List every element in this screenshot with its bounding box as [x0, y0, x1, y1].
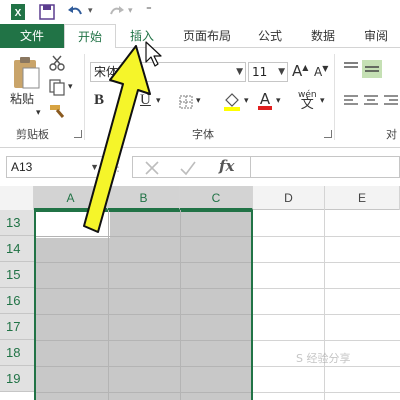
ribbon-tabs: 文件 开始 插入 页面布局 公式 数据 审阅	[0, 24, 400, 49]
ribbon-separator	[84, 54, 85, 140]
font-color-letter: A	[259, 90, 271, 108]
clipboard-launcher-icon[interactable]	[74, 130, 82, 138]
decrease-font-size-button[interactable]: A▼	[314, 64, 328, 79]
alignment-group-label: 对	[386, 128, 397, 141]
align-left-icon[interactable]	[342, 92, 360, 110]
selection-gridline	[36, 340, 251, 341]
underline-dropdown-icon[interactable]: ▾	[156, 96, 161, 106]
formula-buttons: fx	[132, 156, 250, 178]
clipboard-group-label: 剪贴板	[16, 128, 49, 141]
column-gridline	[324, 210, 325, 400]
font-color-dropdown-icon[interactable]: ▾	[276, 96, 281, 106]
font-size-dropdown-icon[interactable]: ▼	[278, 63, 285, 81]
align-middle-icon[interactable]	[362, 60, 382, 78]
row-header-17[interactable]: 17	[0, 314, 34, 340]
borders-dropdown-icon[interactable]: ▾	[196, 96, 201, 106]
selection-gridline	[36, 288, 251, 289]
bold-button[interactable]: B	[94, 92, 104, 109]
selection-gridline	[36, 392, 251, 393]
tab-page-layout[interactable]: 页面布局	[172, 24, 242, 48]
cancel-icon[interactable]	[143, 159, 161, 177]
tab-insert[interactable]: 插入	[116, 24, 168, 48]
ribbon-home: 粘贴 ▾ ▾ 剪贴板 宋体 ▼ 11 ▼ A▲ A▼ B U ▾ ▾ ▾ A ▾…	[0, 48, 400, 148]
selection-gridline	[36, 236, 251, 237]
phonetic-char: 文	[300, 97, 314, 112]
increase-font-letter: A	[292, 62, 303, 80]
redo-dropdown-icon[interactable]: ▾	[128, 6, 133, 26]
align-right-icon[interactable]	[382, 92, 400, 110]
selection-gridline	[108, 210, 109, 400]
tab-review[interactable]: 审阅	[354, 24, 398, 48]
selection-gridline	[36, 366, 251, 367]
column-header-b[interactable]: B	[108, 186, 180, 210]
selected-range[interactable]	[34, 210, 253, 400]
name-box-value: A13	[11, 160, 33, 174]
tab-data[interactable]: 数据	[300, 24, 346, 48]
font-launcher-icon[interactable]	[324, 130, 332, 138]
column-header-c[interactable]: C	[180, 186, 253, 210]
decrease-font-letter: A	[314, 65, 323, 79]
column-header-d[interactable]: D	[253, 186, 325, 210]
row-header-13[interactable]: 13	[0, 210, 34, 236]
undo-icon[interactable]	[66, 2, 84, 22]
font-group-label: 字体	[192, 128, 214, 141]
excel-app-icon: X	[11, 4, 25, 20]
redo-icon[interactable]	[108, 2, 126, 22]
select-all-corner[interactable]	[0, 186, 34, 210]
borders-icon[interactable]	[178, 94, 194, 110]
phonetic-dropdown-icon[interactable]: ▾	[320, 96, 325, 106]
row-header-19[interactable]: 19	[0, 366, 34, 392]
font-color-button[interactable]: A	[258, 90, 272, 110]
align-top-icon[interactable]	[342, 60, 360, 78]
font-name-combo[interactable]: 宋体 ▼	[90, 62, 246, 82]
tab-formulas[interactable]: 公式	[248, 24, 292, 48]
underline-button[interactable]: U	[140, 92, 151, 109]
ribbon-separator	[334, 54, 335, 140]
cell-area[interactable]	[34, 210, 400, 400]
paste-icon[interactable]	[10, 56, 42, 92]
column-headers: A B C D E	[0, 186, 400, 210]
formula-input[interactable]	[250, 156, 400, 178]
fill-color-dropdown-icon[interactable]: ▾	[244, 96, 249, 106]
column-header-e[interactable]: E	[325, 186, 400, 210]
name-box-dropdown-icon[interactable]: ▼	[90, 157, 99, 177]
formula-bar: A13 ▼ ⋮ fx	[0, 150, 400, 184]
selection-gridline	[180, 210, 181, 400]
formula-bar-grip: ⋮	[112, 160, 124, 174]
active-cell-a13[interactable]	[36, 212, 110, 238]
fill-color-icon[interactable]	[222, 90, 242, 112]
copy-dropdown-icon[interactable]: ▾	[68, 82, 73, 92]
cut-icon[interactable]	[48, 54, 66, 72]
insert-function-icon[interactable]: fx	[219, 157, 234, 175]
watermark: S 经验分享	[296, 352, 351, 365]
selection-gridline	[36, 262, 251, 263]
row-header-15[interactable]: 15	[0, 262, 34, 288]
quick-access-toolbar: X ▾ ▾ ⁼	[0, 0, 400, 24]
font-size-value: 11	[252, 65, 268, 79]
spreadsheet-grid: A B C D E 13 14 15 16 17 18 19	[0, 186, 400, 400]
row-header-18[interactable]: 18	[0, 340, 34, 366]
align-center-icon[interactable]	[362, 92, 380, 110]
font-size-combo[interactable]: 11 ▼	[248, 62, 288, 82]
selection-gridline	[36, 314, 251, 315]
undo-dropdown-icon[interactable]: ▾	[88, 6, 93, 26]
format-painter-icon[interactable]	[48, 102, 68, 120]
enter-icon[interactable]	[179, 159, 197, 177]
name-box[interactable]: A13 ▼	[6, 156, 104, 178]
paste-label[interactable]: 粘贴	[10, 90, 34, 107]
tab-home[interactable]: 开始	[64, 24, 116, 49]
font-name-dropdown-icon[interactable]: ▼	[236, 63, 243, 81]
row-header-14[interactable]: 14	[0, 236, 34, 262]
save-icon[interactable]	[38, 2, 56, 22]
copy-icon[interactable]	[48, 78, 66, 96]
increase-font-size-button[interactable]: A▲	[292, 62, 308, 80]
svg-text:X: X	[15, 8, 22, 19]
customize-toolbar-icon[interactable]: ⁼	[146, 3, 152, 23]
tab-file[interactable]: 文件	[0, 24, 64, 48]
row-header-16[interactable]: 16	[0, 288, 34, 314]
column-header-a[interactable]: A	[34, 186, 108, 210]
paste-dropdown-icon[interactable]: ▾	[36, 108, 41, 118]
phonetic-guide-button[interactable]: wén 文	[298, 90, 317, 112]
font-name-value: 宋体	[94, 65, 119, 79]
